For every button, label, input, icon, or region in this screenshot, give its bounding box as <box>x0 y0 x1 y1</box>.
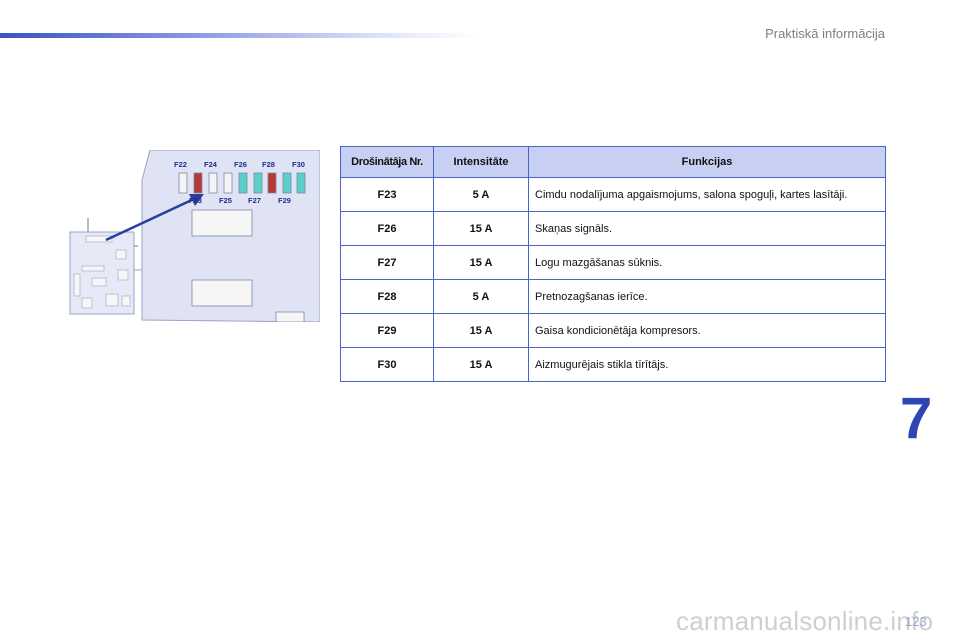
fuse-box-diagram: F22 F24 F26 F28 F30 F23 F25 F27 F29 <box>69 150 320 322</box>
fuse-number: F30 <box>340 347 434 382</box>
fuse-function: Pretnozagšanas ierīce. <box>528 279 886 314</box>
fuse-label-bottom: F29 <box>278 196 291 205</box>
fuse-amperage: 5 A <box>433 279 529 314</box>
fuse-label-bottom: F23 <box>189 196 202 205</box>
fuse-number: F27 <box>340 245 434 280</box>
fuse-f26 <box>238 172 248 194</box>
fuse-amperage: 15 A <box>433 313 529 348</box>
fuse <box>178 172 188 194</box>
section-title: Praktiskā informācija <box>765 26 885 41</box>
table-row: F30 15 A Aizmugurējais stikla tīrītājs. <box>340 347 886 382</box>
fuse-f28 <box>267 172 277 194</box>
fuse-label-top: F28 <box>262 160 275 169</box>
table-row: F23 5 A Cimdu nodalījuma apgaismojums, s… <box>340 177 886 212</box>
fuse-amperage: 15 A <box>433 347 529 382</box>
fuse-number: F23 <box>340 177 434 212</box>
fuse-label-top: F22 <box>174 160 187 169</box>
fuse-amperage: 5 A <box>433 177 529 212</box>
table-row: F28 5 A Pretnozagšanas ierīce. <box>340 279 886 314</box>
fuse <box>208 172 218 194</box>
page-number: 123 <box>905 614 927 629</box>
table-header-row: Drošinātāja Nr. Intensitāte Funkcijas <box>340 146 886 178</box>
fuse-label-top: F26 <box>234 160 247 169</box>
fuse-number: F26 <box>340 211 434 246</box>
relay-slot <box>191 279 253 307</box>
watermark: carmanualsonline.info <box>676 606 934 636</box>
fuse-function: Logu mazgāšanas sūknis. <box>528 245 886 280</box>
fuse-function: Skaņas signāls. <box>528 211 886 246</box>
header-functions: Funkcijas <box>528 146 886 178</box>
header-intensity: Intensitāte <box>433 146 529 178</box>
fuse-table: Drošinātāja Nr. Intensitāte Funkcijas F2… <box>340 146 886 382</box>
fuse-function: Aizmugurējais stikla tīrītājs. <box>528 347 886 382</box>
header-accent-bar <box>0 33 480 38</box>
fuse-label-top: F30 <box>292 160 305 169</box>
chapter-number: 7 <box>900 386 933 451</box>
relay-slot <box>275 311 305 322</box>
fuse-f29 <box>282 172 292 194</box>
table-row: F29 15 A Gaisa kondicionētāja kompresors… <box>340 313 886 348</box>
table-row: F26 15 A Skaņas signāls. <box>340 211 886 246</box>
fuse-function: Cimdu nodalījuma apgaismojums, salona sp… <box>528 177 886 212</box>
relay-slot <box>191 209 253 237</box>
fuse-amperage: 15 A <box>433 211 529 246</box>
table-row: F27 15 A Logu mazgāšanas sūknis. <box>340 245 886 280</box>
fuse-label-bottom: F27 <box>248 196 261 205</box>
fuse <box>223 172 233 194</box>
fuse-function: Gaisa kondicionētāja kompresors. <box>528 313 886 348</box>
header-fuse-no: Drošinātāja Nr. <box>340 146 434 178</box>
fuse-number: F29 <box>340 313 434 348</box>
fuse-f30 <box>296 172 306 194</box>
fuse-amperage: 15 A <box>433 245 529 280</box>
fuse-label-bottom: F25 <box>219 196 232 205</box>
fuse-label-top: F24 <box>204 160 218 169</box>
fuse-f23 <box>193 172 203 194</box>
fuse-f27 <box>253 172 263 194</box>
fuse-number: F28 <box>340 279 434 314</box>
